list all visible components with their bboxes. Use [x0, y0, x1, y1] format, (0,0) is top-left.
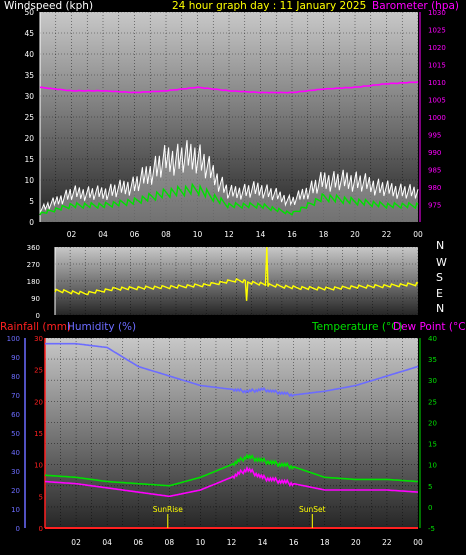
direction-y-tick-label: 90 [31, 295, 40, 303]
compass-label-w: W [436, 256, 447, 269]
wind-y-tick-label: 20 [24, 134, 34, 143]
wind-x-tick-label: 22 [382, 230, 392, 239]
climate-x-tick-label: 06 [133, 538, 143, 547]
temperature-y-tick-label: 15 [428, 441, 437, 449]
temperature-y-tick-label: 30 [428, 377, 437, 385]
climate-x-tick-label: 16 [289, 538, 299, 547]
humidity-y-tick-label: 70 [11, 392, 20, 400]
dewpoint-axis-title: Dew Point (°C) [393, 321, 466, 333]
wind-y-tick-label: 45 [24, 29, 34, 38]
compass-label-e: E [436, 287, 443, 300]
direction-y-tick-label: 360 [27, 244, 40, 252]
rainfall-y-tick-label: 10 [34, 462, 43, 470]
temperature-y-tick-label: -5 [428, 525, 435, 533]
barometer-y-tick-label: 1015 [428, 62, 446, 70]
barometer-y-tick-label: 1020 [428, 44, 446, 52]
temperature-y-tick-label: 20 [428, 419, 437, 427]
temperature-y-tick-label: 10 [428, 462, 437, 470]
humidity-axis-title: Humidity (%) [67, 321, 137, 333]
climate-x-tick-label: 20 [351, 538, 361, 547]
wind-y-tick-label: 15 [24, 155, 34, 164]
barometer-y-tick-label: 980 [428, 184, 441, 192]
climate-x-tick-label: 22 [382, 538, 392, 547]
weather-graph: 0510152025303540455097598098599099510001… [7, 8, 446, 547]
humidity-y-tick-label: 0 [16, 525, 20, 533]
wind-x-tick-label: 10 [193, 230, 203, 239]
barometer-y-tick-label: 1025 [428, 27, 446, 35]
temperature-axis-title: Temperature (°C) [312, 321, 403, 333]
rainfall-y-tick-label: 25 [34, 367, 43, 375]
wind-x-tick-label: 16 [287, 230, 297, 239]
direction-y-tick-label: 180 [27, 278, 40, 286]
climate-x-tick-label: 14 [258, 538, 268, 547]
temperature-y-tick-label: 35 [428, 356, 437, 364]
barometer-axis-title: Barometer (hpa) [372, 0, 460, 12]
temperature-y-tick-label: 0 [428, 504, 432, 512]
temperature-y-tick-label: 40 [428, 335, 437, 343]
rainfall-y-tick-label: 5 [39, 493, 43, 501]
graph-title: 24 hour graph day : 11 January 2025 [172, 0, 367, 12]
climate-x-tick-label: 00 [413, 538, 423, 547]
sunset-label: SunSet [299, 505, 326, 514]
rainfall-y-tick-label: 30 [34, 335, 43, 343]
rainfall-axis-title: Rainfall (mm) [0, 321, 72, 333]
wind-x-tick-label: 14 [256, 230, 266, 239]
humidity-y-tick-label: 100 [7, 335, 20, 343]
humidity-y-tick-label: 60 [11, 411, 20, 419]
climate-x-tick-label: 18 [320, 538, 330, 547]
compass-label-n-top: N [436, 239, 445, 252]
wind-x-tick-label: 20 [350, 230, 360, 239]
compass-label-n-bottom: N [436, 302, 445, 315]
temperature-y-tick-label: 5 [428, 483, 432, 491]
wind-x-tick-label: 04 [98, 230, 108, 239]
wind-x-tick-label: 06 [130, 230, 140, 239]
humidity-y-tick-label: 30 [11, 468, 20, 476]
barometer-y-tick-label: 1005 [428, 97, 446, 105]
humidity-y-tick-label: 90 [11, 354, 20, 362]
wind-y-tick-label: 5 [29, 197, 34, 206]
humidity-y-tick-label: 80 [11, 373, 20, 381]
wind-y-tick-label: 10 [24, 176, 34, 185]
climate-x-tick-label: 02 [71, 538, 81, 547]
climate-x-tick-label: 04 [102, 538, 112, 547]
wind-y-tick-label: 0 [29, 218, 34, 227]
compass-label-s: S [436, 271, 443, 284]
wind-x-tick-label: 02 [67, 230, 77, 239]
barometer-y-tick-label: 995 [428, 132, 441, 140]
direction-y-tick-label: 270 [27, 261, 40, 269]
barometer-y-tick-label: 985 [428, 167, 441, 175]
wind-x-tick-label: 12 [224, 230, 234, 239]
humidity-y-tick-label: 50 [11, 430, 20, 438]
barometer-y-tick-label: 975 [428, 202, 441, 210]
wind-x-tick-label: 18 [319, 230, 329, 239]
rainfall-y-tick-label: 0 [39, 525, 43, 533]
windspeed-axis-title: Windspeed (kph) [4, 0, 94, 12]
humidity-y-tick-label: 40 [11, 449, 20, 457]
climate-x-tick-label: 08 [165, 538, 175, 547]
wind-y-tick-label: 35 [24, 71, 34, 80]
barometer-y-tick-label: 1000 [428, 114, 446, 122]
temperature-y-tick-label: 25 [428, 398, 437, 406]
sunrise-label: SunRise [153, 505, 183, 514]
climate-x-tick-label: 12 [227, 538, 237, 547]
wind-x-tick-label: 08 [161, 230, 171, 239]
barometer-y-tick-label: 1010 [428, 79, 446, 87]
wind-y-tick-label: 30 [24, 92, 34, 101]
direction-y-tick-label: 0 [36, 312, 40, 320]
rainfall-y-tick-label: 20 [34, 398, 43, 406]
barometer-y-tick-label: 990 [428, 149, 441, 157]
wind-y-tick-label: 40 [24, 50, 34, 59]
rainfall-y-tick-label: 15 [34, 430, 43, 438]
climate-panel-background [45, 338, 418, 528]
climate-x-tick-label: 10 [196, 538, 206, 547]
wind-x-tick-label: 00 [413, 230, 423, 239]
humidity-y-tick-label: 10 [11, 506, 20, 514]
wind-y-tick-label: 25 [24, 113, 34, 122]
humidity-y-tick-label: 20 [11, 487, 20, 495]
